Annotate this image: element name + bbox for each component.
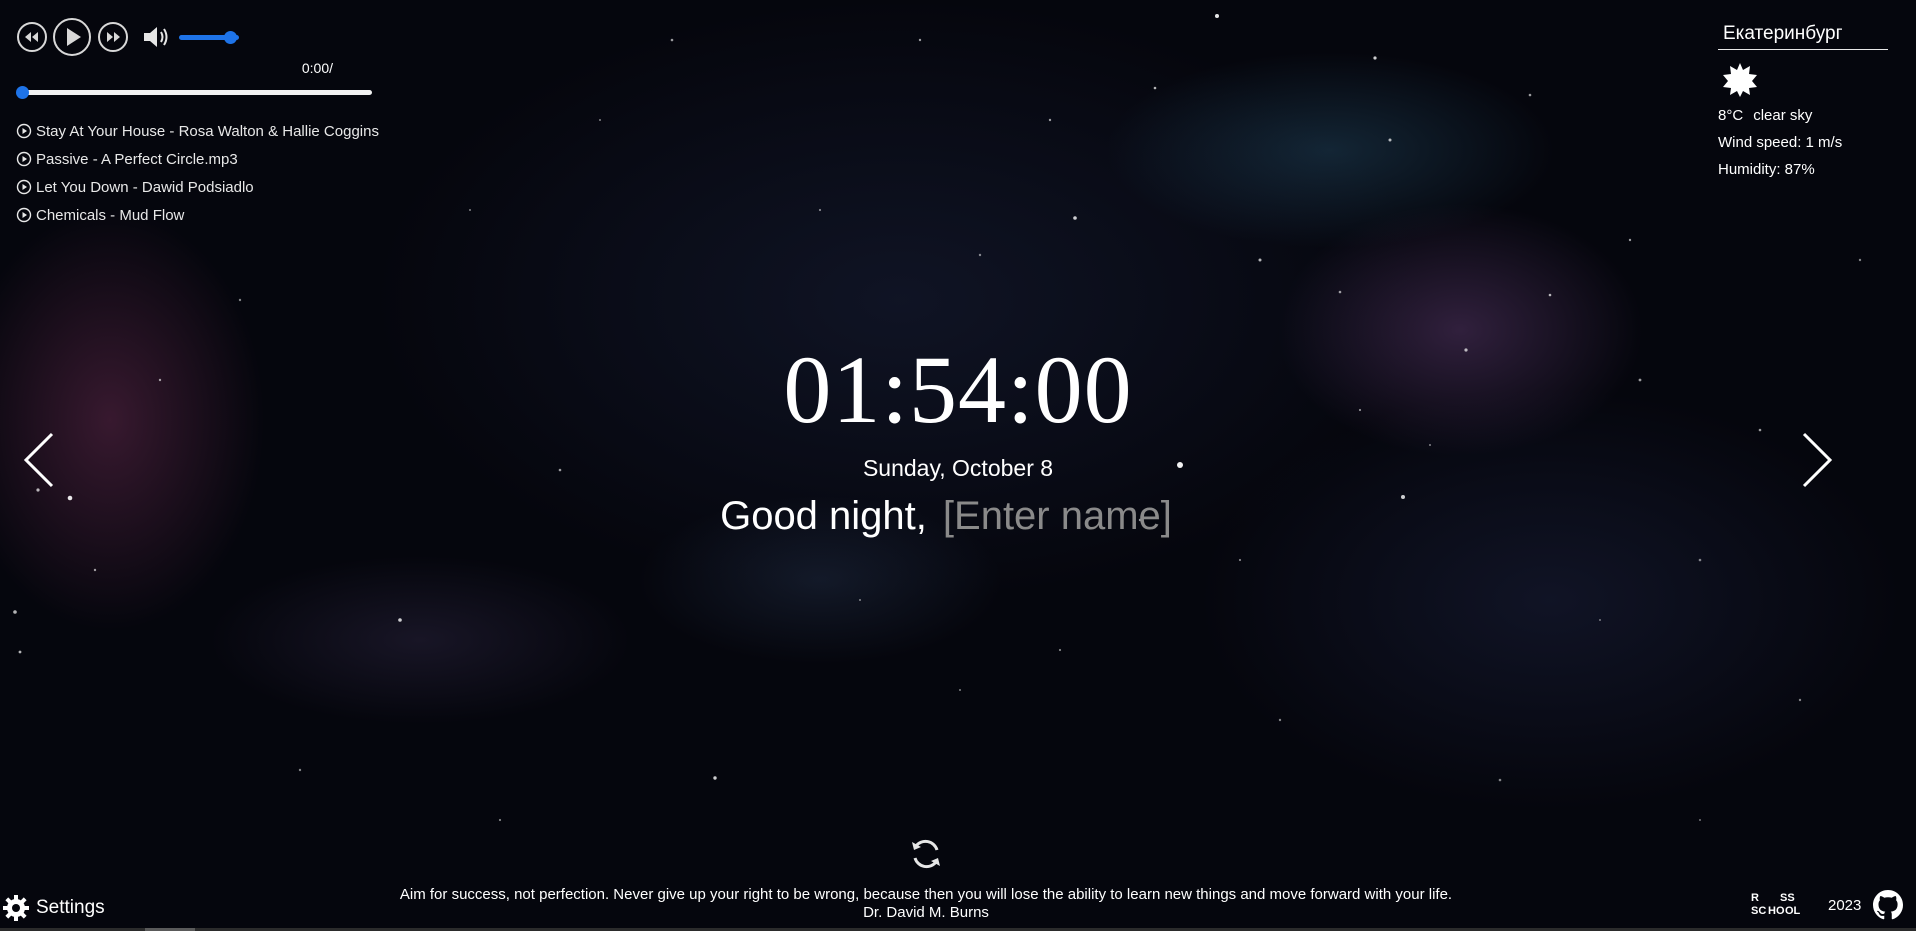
logo-letter: SS (1780, 892, 1795, 904)
next-track-button[interactable] (97, 21, 129, 53)
playlist-item[interactable]: Passive - A Perfect Circle.mp3 (16, 145, 416, 173)
greeting: Good night, (0, 494, 1916, 539)
playlist-item[interactable]: Stay At Your House - Rosa Walton & Halli… (16, 117, 416, 145)
play-button[interactable] (52, 17, 92, 57)
play-circle-icon (16, 123, 32, 139)
footer-right: R SS SC HO OL 2023 (1750, 888, 1904, 922)
github-icon (1873, 890, 1904, 920)
humidity: Humidity: 87% (1718, 161, 1815, 178)
progress-bar[interactable] (16, 86, 372, 99)
quote: Aim for success, not perfection. Never g… (0, 886, 1852, 922)
city-input[interactable] (1718, 18, 1888, 50)
logo-letter: HO (1768, 905, 1785, 917)
play-circle-icon (16, 207, 32, 223)
audio-player: 0:00/ Stay At Your House - Rosa Walton &… (16, 18, 416, 229)
progress-bar-thumb[interactable] (16, 86, 29, 99)
refresh-icon (912, 839, 940, 869)
track-time: 0:00/ (301, 60, 333, 76)
clock-date: Sunday, October 8 (862, 455, 1054, 481)
play-circle-icon (16, 179, 32, 195)
fast-forward-icon (98, 22, 128, 52)
background-image: 0:00/ Stay At Your House - Rosa Walton &… (0, 0, 1916, 931)
wind-speed: Wind speed: 1 m/s (1718, 134, 1843, 151)
play-circle-icon (16, 151, 32, 167)
volume-slider[interactable] (179, 30, 239, 44)
logo-letter: SC (1751, 905, 1766, 917)
temperature: 8°C (1718, 107, 1744, 124)
play-icon (53, 18, 91, 56)
playlist: Stay At Your House - Rosa Walton & Halli… (16, 117, 416, 229)
gear-icon (2, 894, 30, 922)
playlist-item-title: Let You Down - Dawid Podsiadlo (36, 178, 254, 196)
settings-button[interactable]: Settings (2, 894, 105, 922)
main-clock-area: 01:54:00 Sunday, October 8 Good night, (0, 335, 1916, 539)
clear-sky-icon (1722, 62, 1888, 102)
quote-author: Dr. David M. Burns (863, 904, 989, 921)
playlist-item-title: Chemicals - Mud Flow (36, 206, 185, 224)
copyright-year: 2023 (1828, 896, 1862, 914)
weather-description: clear sky (1753, 107, 1813, 124)
settings-label: Settings (36, 897, 105, 918)
mute-button[interactable] (141, 23, 173, 51)
rs-school-logo[interactable]: R SS SC HO OL (1750, 890, 1816, 920)
change-quote-button[interactable] (908, 836, 944, 877)
playlist-item[interactable]: Let You Down - Dawid Podsiadlo (16, 173, 416, 201)
name-input[interactable] (934, 494, 1196, 539)
clock-time: 01:54:00 (783, 336, 1133, 443)
playlist-item[interactable]: Chemicals - Mud Flow (16, 201, 416, 229)
logo-letter: R (1751, 892, 1759, 904)
weather-widget: 8°C clear sky Wind speed: 1 m/s Humidity:… (1718, 18, 1888, 183)
volume-slider-thumb[interactable] (224, 30, 237, 44)
weather-summary: 8°C clear sky (1718, 102, 1888, 129)
player-controls (16, 18, 416, 56)
previous-track-button[interactable] (16, 21, 48, 53)
rewind-icon (17, 22, 47, 52)
volume-icon (144, 27, 168, 47)
github-link[interactable] (1873, 890, 1904, 920)
playlist-item-title: Stay At Your House - Rosa Walton & Halli… (36, 122, 379, 140)
playlist-item-title: Passive - A Perfect Circle.mp3 (36, 150, 238, 168)
logo-letter: OL (1785, 905, 1801, 917)
greeting-text: Good night, (720, 494, 927, 538)
quote-text: Aim for success, not perfection. Never g… (399, 886, 1453, 903)
